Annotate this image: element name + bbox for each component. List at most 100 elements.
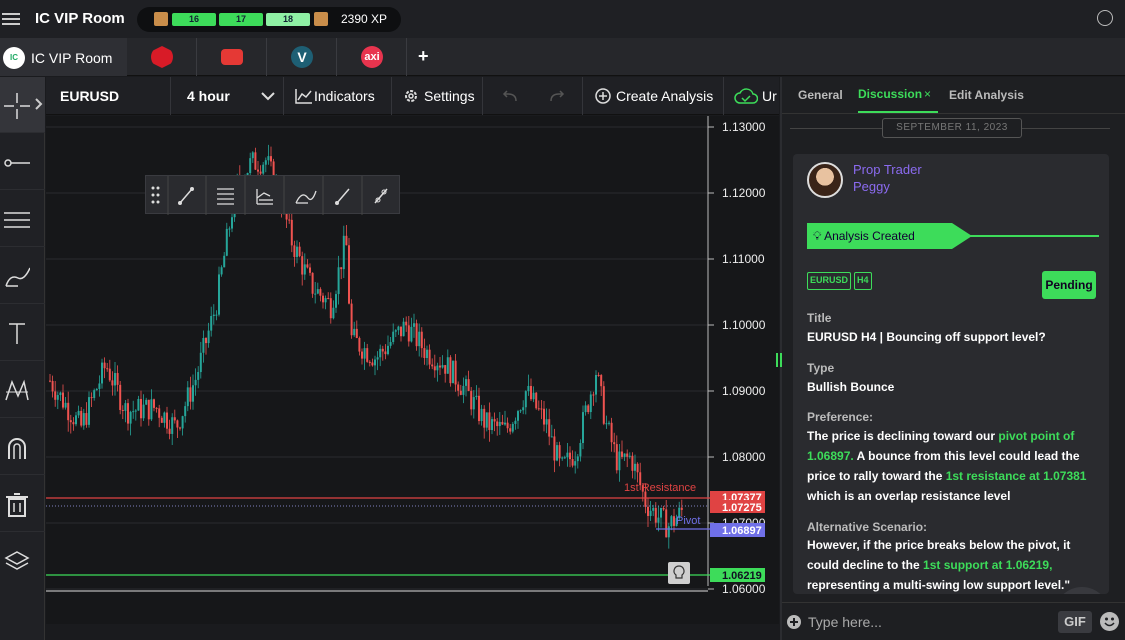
candle-body xyxy=(454,360,457,385)
close-icon[interactable]: × xyxy=(924,87,931,101)
candle-body xyxy=(605,423,608,425)
candle-body xyxy=(231,217,233,229)
candle-body xyxy=(530,385,532,400)
author-name[interactable]: Peggy xyxy=(853,179,890,194)
candle-body xyxy=(345,235,348,246)
brush-tool[interactable] xyxy=(0,248,45,304)
pattern-tool[interactable] xyxy=(0,362,45,418)
tab-ic-vip-room[interactable]: IC IC VIP Room xyxy=(0,38,127,76)
tab-discussion[interactable]: Discussion xyxy=(858,87,922,101)
candle-body xyxy=(660,507,662,518)
settings-button[interactable]: Settings xyxy=(392,77,483,115)
globe-icon[interactable] xyxy=(1097,10,1113,26)
candle-body xyxy=(527,385,530,392)
candle-body xyxy=(332,307,335,319)
line-tool[interactable] xyxy=(0,134,45,190)
candle-body xyxy=(64,402,67,408)
candle-body xyxy=(103,362,106,369)
candle-body xyxy=(212,314,215,317)
candle-body xyxy=(504,422,506,425)
date-separator: SEPTEMBER 11, 2023 xyxy=(882,118,1022,138)
candle-body xyxy=(145,399,148,405)
add-attachment-icon[interactable] xyxy=(786,614,802,630)
lightbulb-icon: 💡︎ xyxy=(813,229,822,243)
candle-body xyxy=(413,323,415,327)
tab-broker-vantage[interactable]: V xyxy=(267,38,337,76)
magnet-tool[interactable] xyxy=(0,419,45,475)
candle-body xyxy=(329,298,332,319)
candle-body xyxy=(56,395,59,400)
alternative-text: However, if the price breaks below the p… xyxy=(807,535,1099,594)
candle-body xyxy=(111,380,114,386)
tab-broker-hexagon[interactable] xyxy=(127,38,197,76)
crosshair-tool[interactable] xyxy=(0,77,45,133)
upload-button[interactable]: Ur xyxy=(724,77,779,115)
support-price: 1.06219 xyxy=(722,570,762,582)
candle-body xyxy=(475,395,478,398)
tab-general[interactable]: General xyxy=(798,88,843,102)
create-analysis-button[interactable]: Create Analysis xyxy=(583,77,724,115)
avatar[interactable] xyxy=(807,162,843,198)
candle-body xyxy=(88,397,90,425)
candle-body xyxy=(558,445,561,459)
layers-tool[interactable] xyxy=(0,533,45,589)
panel-tabs: General Discussion × Edit Analysis xyxy=(782,77,1125,114)
candle-body xyxy=(566,452,569,458)
candle-body xyxy=(667,526,670,538)
status-badge: Pending xyxy=(1042,271,1096,299)
candle-body xyxy=(140,398,142,419)
text-tool[interactable] xyxy=(0,305,45,361)
tab-broker-tickmill[interactable] xyxy=(197,38,267,76)
pattern-icon xyxy=(5,379,29,401)
candle-body xyxy=(459,390,462,395)
candle-body xyxy=(610,422,613,443)
hamburger-menu-icon[interactable] xyxy=(2,10,22,30)
chevron-down-icon xyxy=(261,92,275,101)
fib-tool[interactable] xyxy=(0,191,45,247)
delete-tool[interactable] xyxy=(0,476,45,532)
draw-tool-icons[interactable] xyxy=(146,176,401,215)
xp-total: 2390 XP xyxy=(341,12,388,26)
undo-icon[interactable] xyxy=(502,90,518,102)
candle-body xyxy=(257,169,259,172)
symbol-selector[interactable]: EURUSD xyxy=(46,77,171,115)
candle-body xyxy=(652,507,655,511)
idea-button xyxy=(668,562,690,584)
candle-body xyxy=(532,392,535,400)
candle-body xyxy=(465,379,467,386)
candle-body xyxy=(350,303,353,336)
interval-selector[interactable]: 4 hour xyxy=(171,77,284,115)
chat-input[interactable] xyxy=(808,612,1048,632)
candle-body xyxy=(618,451,621,471)
interval-label: 4 hour xyxy=(187,88,230,104)
current-price: 1.07275 xyxy=(722,502,762,514)
redo-icon[interactable] xyxy=(549,90,565,102)
alternative-label: Alternative Scenario: xyxy=(807,520,928,534)
add-tab-button[interactable]: + xyxy=(418,46,429,67)
candle-body xyxy=(488,412,491,431)
curve-tool-icon xyxy=(295,190,317,204)
candle-body xyxy=(602,386,605,424)
candle-body xyxy=(410,326,413,342)
resize-handle[interactable] xyxy=(776,353,782,367)
candle-body xyxy=(67,402,70,421)
indicators-button[interactable]: Indicators xyxy=(284,77,392,115)
emoji-icon[interactable] xyxy=(1100,612,1119,631)
plus-circle-icon xyxy=(595,88,611,104)
tab-broker-axi[interactable]: axi xyxy=(337,38,407,76)
parallel-lines-icon xyxy=(217,188,234,205)
drag-handle-icon xyxy=(151,186,160,204)
analysis-created-banner: 💡︎ Analysis Created xyxy=(807,223,972,249)
chevron-right-icon[interactable] xyxy=(34,97,44,111)
candle-body xyxy=(428,349,431,365)
candle-body xyxy=(85,413,88,425)
candle-body xyxy=(215,314,218,316)
candle-body xyxy=(264,160,267,165)
timeframe-tag: H4 xyxy=(854,272,872,290)
xp-progress[interactable]: 16 17 18 2390 XP xyxy=(137,7,401,32)
candle-body xyxy=(426,349,428,358)
candle-body xyxy=(181,416,184,429)
gif-button[interactable]: GIF xyxy=(1058,611,1092,633)
tab-edit-analysis[interactable]: Edit Analysis xyxy=(949,88,1024,102)
price-axis-label: 1.11000 xyxy=(722,252,765,266)
